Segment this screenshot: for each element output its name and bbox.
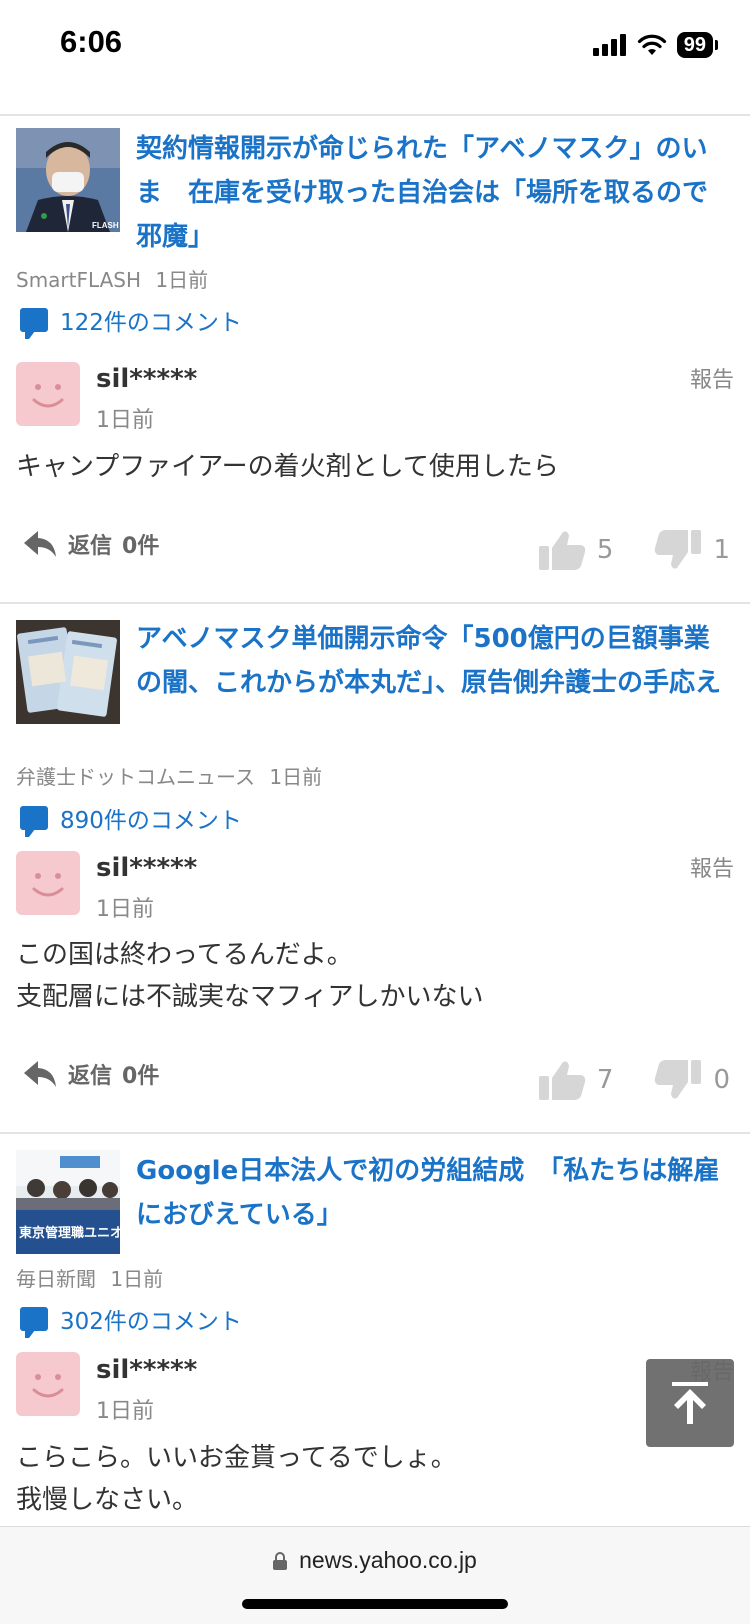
signal-icon — [592, 34, 626, 56]
article-source: 毎日新聞 1日前 — [16, 1263, 163, 1292]
report-link[interactable]: 報告 — [690, 362, 734, 394]
article-thumbnail[interactable]: 東京管理職ユニオン — [16, 1150, 120, 1254]
vote-bar: 7 0 — [537, 1058, 730, 1102]
comments-count: 302件のコメント — [60, 1309, 242, 1335]
comment-bubble-icon — [20, 1307, 48, 1338]
thumbs-down-icon — [655, 1060, 702, 1099]
wifi-icon — [637, 34, 666, 55]
reply-button[interactable]: 返信 0件 — [22, 528, 159, 560]
source-time: 1日前 — [155, 268, 209, 292]
thumbs-up-icon — [538, 1061, 586, 1100]
source-name: 弁護士ドットコムニュース — [16, 765, 255, 789]
like-button[interactable]: 5 — [537, 528, 614, 572]
reply-count: 0件 — [122, 1064, 160, 1089]
source-time: 1日前 — [269, 765, 323, 789]
comment-line: 我慢しなさい。 — [16, 1485, 199, 1515]
scroll-to-top-button[interactable] — [646, 1359, 734, 1447]
browser-url-bar[interactable]: news.yahoo.co.jp — [0, 1526, 750, 1624]
reply-label: 返信 — [68, 1064, 113, 1089]
like-count: 5 — [596, 535, 614, 565]
article-headline[interactable]: 契約情報開示が命じられた「アベノマスク」のいま 在庫を受け取った自治会は「場所を… — [136, 127, 726, 259]
comments-link[interactable]: 122件のコメント — [20, 303, 242, 339]
comment-bubble-icon — [20, 806, 48, 837]
comments-count: 122件のコメント — [60, 310, 242, 336]
like-button[interactable]: 7 — [537, 1058, 614, 1102]
dislike-button[interactable]: 0 — [653, 1058, 730, 1102]
thumbs-down-icon — [655, 530, 702, 569]
reply-label: 返信 — [68, 534, 113, 559]
lock-icon — [273, 1551, 288, 1570]
comment-text: こらこら。いいお金貰ってるでしょ。 我慢しなさい。 — [16, 1437, 726, 1521]
status-icons: 99 — [592, 32, 718, 58]
reply-count: 0件 — [122, 534, 160, 559]
user-name: sil***** — [96, 364, 198, 394]
comments-link[interactable]: 890件のコメント — [20, 801, 242, 837]
dislike-count: 1 — [713, 535, 730, 565]
reply-icon — [24, 1061, 56, 1087]
dislike-count: 0 — [713, 1065, 730, 1095]
comment-text: キャンプファイアーの着火剤として使用したら — [16, 452, 559, 482]
article-source: 弁護士ドットコムニュース 1日前 — [16, 761, 322, 790]
thumbs-up-icon — [538, 531, 586, 570]
user-name: sil***** — [96, 853, 198, 883]
comments-count: 890件のコメント — [60, 808, 242, 834]
avatar — [16, 1352, 80, 1416]
reply-icon — [24, 531, 56, 557]
battery-nub — [715, 40, 718, 50]
source-time: 1日前 — [110, 1267, 164, 1291]
article-headline[interactable]: Google日本法人で初の労組結成 「私たちは解雇におびえている」 — [136, 1149, 726, 1237]
article-thumbnail[interactable]: FLASH — [16, 128, 120, 232]
reply-button[interactable]: 返信 0件 — [22, 1058, 159, 1090]
comments-link[interactable]: 302件のコメント — [20, 1302, 242, 1338]
card-divider — [0, 602, 750, 604]
status-time: 6:06 — [60, 24, 123, 59]
home-indicator[interactable] — [242, 1599, 508, 1609]
user-name: sil***** — [96, 1355, 198, 1385]
article-thumbnail[interactable] — [16, 620, 120, 724]
card-divider — [0, 1132, 750, 1134]
article-source: SmartFLASH 1日前 — [16, 264, 208, 293]
svg-text:FLASH: FLASH — [92, 221, 119, 230]
battery-indicator: 99 — [676, 32, 713, 58]
comment-time: 1日前 — [96, 408, 154, 433]
source-name: 毎日新聞 — [16, 1267, 96, 1291]
avatar — [16, 362, 80, 426]
comment-text: この国は終わってるんだよ。 支配層には不誠実なマフィアしかいない — [16, 934, 726, 1018]
comment-bubble-icon — [20, 308, 48, 339]
status-bar: 6:06 99 — [0, 0, 750, 90]
arrow-up-icon — [672, 1382, 708, 1424]
url-display[interactable]: news.yahoo.co.jp — [0, 1547, 750, 1574]
report-link[interactable]: 報告 — [690, 851, 734, 883]
dislike-button[interactable]: 1 — [653, 528, 730, 572]
vote-bar: 5 1 — [537, 528, 730, 572]
avatar — [16, 851, 80, 915]
article-headline[interactable]: アベノマスク単価開示命令「500億円の巨額事業の闇、これからが本丸だ」、原告側弁… — [136, 617, 726, 705]
url-text: news.yahoo.co.jp — [299, 1547, 477, 1573]
comment-time: 1日前 — [96, 897, 154, 922]
source-name: SmartFLASH — [16, 268, 142, 292]
comment-line: 支配層には不誠実なマフィアしかいない — [16, 982, 484, 1012]
svg-text:東京管理職ユニオン: 東京管理職ユニオン — [19, 1225, 120, 1241]
like-count: 7 — [596, 1065, 614, 1095]
top-divider — [0, 114, 750, 116]
comment-line: この国は終わってるんだよ。 — [16, 940, 353, 970]
comment-line: こらこら。いいお金貰ってるでしょ。 — [16, 1443, 457, 1473]
comment-time: 1日前 — [96, 1399, 154, 1424]
